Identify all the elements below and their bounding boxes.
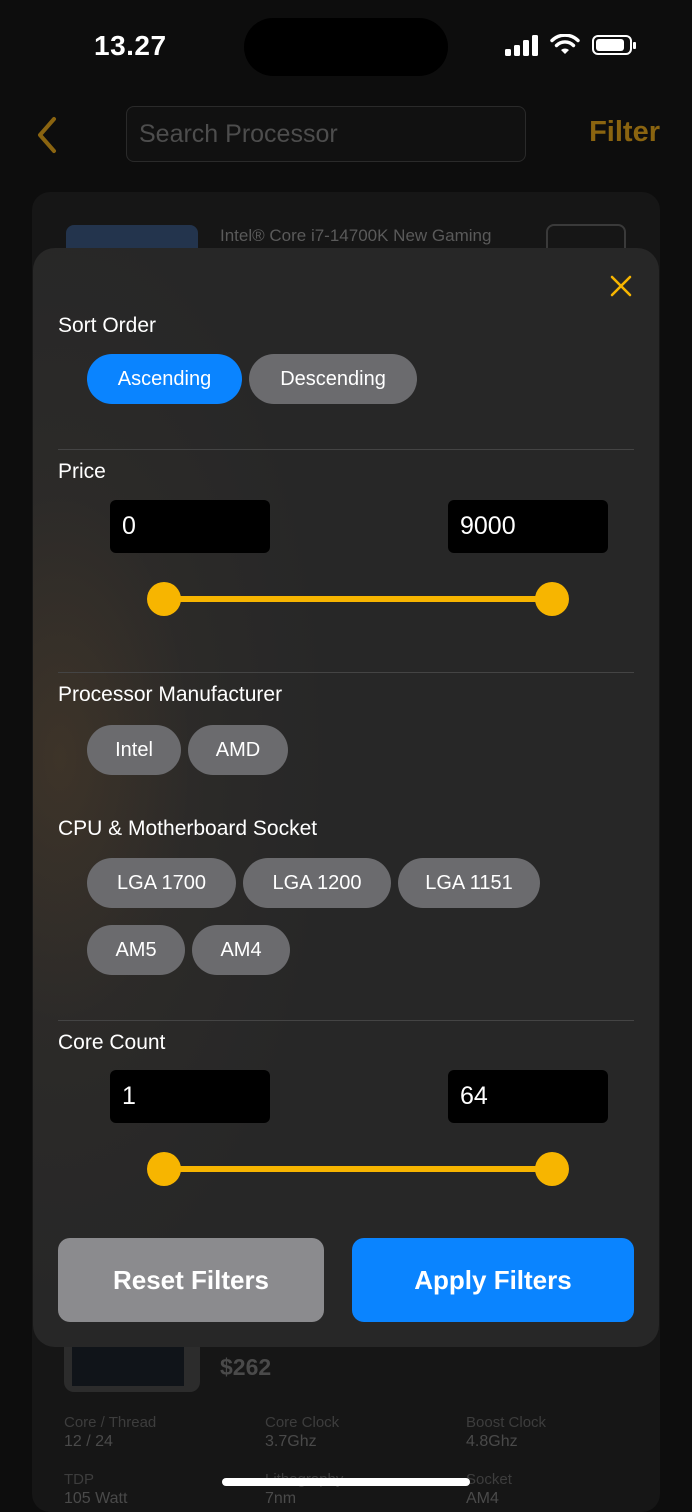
dynamic-island <box>244 18 448 76</box>
slider-track <box>164 596 552 602</box>
battery-icon <box>592 35 636 55</box>
core-count-min-input[interactable]: 1 <box>110 1070 270 1123</box>
price-max-input[interactable]: 9000 <box>448 500 608 553</box>
spec-label: Core / Thread <box>64 1414 157 1431</box>
sort-descending-chip[interactable]: Descending <box>249 354 417 404</box>
spec-label: Core Clock <box>265 1414 340 1431</box>
product-price: $262 <box>220 1354 272 1380</box>
spec-label: TDP <box>64 1471 94 1488</box>
socket-am5-chip[interactable]: AM5 <box>87 925 185 975</box>
slider-max-thumb[interactable] <box>535 1152 569 1186</box>
slider-min-thumb[interactable] <box>147 1152 181 1186</box>
spec-value: 7nm <box>265 1490 297 1507</box>
spec-tdp: TDP 105 Watt <box>64 1470 127 1508</box>
product-title: Intel® Core i7-14700K New Gaming <box>220 226 492 245</box>
spec-value: AM4 <box>466 1490 499 1507</box>
product-image <box>64 1340 200 1392</box>
price-title: Price <box>58 460 106 483</box>
price-min-input[interactable]: 0 <box>110 500 270 553</box>
divider <box>58 449 634 450</box>
spec-lithography: Lithography 7nm <box>265 1470 343 1508</box>
slider-min-thumb[interactable] <box>147 582 181 616</box>
apply-filters-button[interactable]: Apply Filters <box>352 1238 634 1322</box>
sheet-background-glow <box>33 248 333 1308</box>
manufacturer-amd-chip[interactable]: AMD <box>188 725 288 775</box>
reset-filters-button[interactable]: Reset Filters <box>58 1238 324 1322</box>
sort-ascending-chip[interactable]: Ascending <box>87 354 242 404</box>
spec-value: 105 Watt <box>64 1490 128 1507</box>
wifi-icon <box>550 34 580 54</box>
search-input[interactable] <box>126 106 526 162</box>
spec-core-clock: Core Clock 3.7Ghz <box>265 1413 339 1451</box>
spec-boost-clock: Boost Clock 4.8Ghz <box>466 1413 546 1451</box>
app-header: Filter <box>0 100 692 170</box>
spec-value: 3.7Ghz <box>265 1433 317 1450</box>
socket-title: CPU & Motherboard Socket <box>58 817 318 840</box>
socket-lga1151-chip[interactable]: LGA 1151 <box>398 858 540 908</box>
slider-track <box>164 1166 552 1172</box>
sort-order-title: Sort Order <box>58 314 157 337</box>
status-bar: 13.27 <box>0 0 692 95</box>
manufacturer-intel-chip[interactable]: Intel <box>87 725 181 775</box>
socket-lga1700-chip[interactable]: LGA 1700 <box>87 858 236 908</box>
spec-label: Socket <box>466 1471 512 1488</box>
cellular-signal-icon <box>505 34 538 56</box>
spec-socket: Socket AM4 <box>466 1470 512 1508</box>
spec-value: 4.8Ghz <box>466 1433 518 1450</box>
core-count-title: Core Count <box>58 1031 166 1054</box>
slider-max-thumb[interactable] <box>535 582 569 616</box>
spec-label: Boost Clock <box>466 1414 547 1431</box>
status-icons <box>505 34 636 56</box>
filter-button[interactable]: Filter <box>589 116 660 149</box>
home-indicator <box>222 1478 470 1486</box>
socket-am4-chip[interactable]: AM4 <box>192 925 290 975</box>
status-time: 13.27 <box>94 30 167 61</box>
price-range-slider[interactable] <box>147 582 569 616</box>
divider <box>58 672 634 673</box>
manufacturer-title: Processor Manufacturer <box>58 683 283 706</box>
spec-value: 12 / 24 <box>64 1433 113 1450</box>
core-count-max-input[interactable]: 64 <box>448 1070 608 1123</box>
core-count-range-slider[interactable] <box>147 1152 569 1186</box>
close-icon[interactable] <box>609 274 633 298</box>
divider <box>58 1020 634 1021</box>
socket-lga1200-chip[interactable]: LGA 1200 <box>243 858 391 908</box>
spec-core-thread: Core / Thread 12 / 24 <box>64 1413 156 1451</box>
back-chevron-icon[interactable] <box>32 115 62 155</box>
filter-sheet: Sort Order Ascending Descending Price 0 … <box>33 248 659 1347</box>
